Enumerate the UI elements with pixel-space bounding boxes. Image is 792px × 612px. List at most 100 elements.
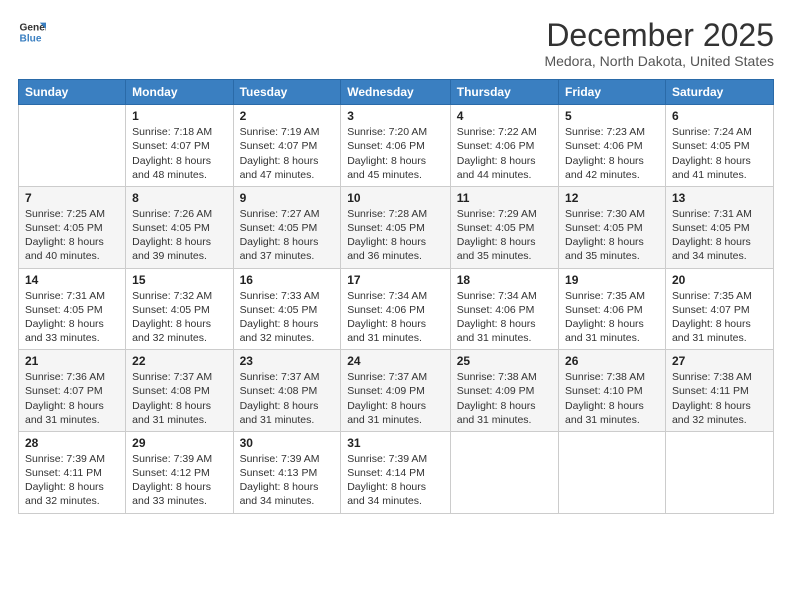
calendar-cell [665,431,773,513]
calendar-cell: 10 Sunrise: 7:28 AMSunset: 4:05 PMDayligh… [341,186,451,268]
calendar-cell [19,105,126,187]
cell-day-number: 21 [25,354,119,368]
cell-day-number: 13 [672,191,767,205]
cell-info: Sunrise: 7:35 AMSunset: 4:07 PMDaylight:… [672,289,767,346]
cell-day-number: 24 [347,354,444,368]
calendar-cell: 12 Sunrise: 7:30 AMSunset: 4:05 PMDayligh… [559,186,666,268]
cell-info: Sunrise: 7:39 AMSunset: 4:11 PMDaylight:… [25,452,119,509]
calendar-day-header: Wednesday [341,80,451,105]
cell-info: Sunrise: 7:27 AMSunset: 4:05 PMDaylight:… [240,207,335,264]
calendar-cell: 30Sunrise: 7:39 AMSunset: 4:13 PMDayligh… [233,431,341,513]
svg-text:Blue: Blue [20,33,42,44]
cell-day-number: 15 [132,273,226,287]
cell-day-number: 8 [132,191,226,205]
main-title: December 2025 [544,18,774,53]
cell-day-number: 30 [240,436,335,450]
cell-day-number: 20 [672,273,767,287]
cell-info: Sunrise: 7:20 AMSunset: 4:06 PMDaylight:… [347,125,444,182]
calendar-header-row: SundayMondayTuesdayWednesdayThursdayFrid… [19,80,774,105]
calendar-day-header: Tuesday [233,80,341,105]
calendar-cell: 8 Sunrise: 7:26 AMSunset: 4:05 PMDaylight… [126,186,233,268]
cell-day-number: 16 [240,273,335,287]
cell-info: Sunrise: 7:37 AMSunset: 4:08 PMDaylight:… [132,370,226,427]
calendar-day-header: Saturday [665,80,773,105]
calendar-cell: 3 Sunrise: 7:20 AMSunset: 4:06 PMDaylight… [341,105,451,187]
cell-info: Sunrise: 7:19 AMSunset: 4:07 PMDaylight:… [240,125,335,182]
cell-day-number: 2 [240,109,335,123]
cell-day-number: 3 [347,109,444,123]
calendar-cell: 17 Sunrise: 7:34 AMSunset: 4:06 PMDayligh… [341,268,451,350]
calendar-week-row: 21 Sunrise: 7:36 AMSunset: 4:07 PMDayligh… [19,350,774,432]
calendar-cell: 9Sunrise: 7:27 AMSunset: 4:05 PMDaylight… [233,186,341,268]
cell-info: Sunrise: 7:22 AMSunset: 4:06 PMDaylight:… [457,125,552,182]
cell-day-number: 26 [565,354,659,368]
calendar-cell: 11 Sunrise: 7:29 AMSunset: 4:05 PMDayligh… [450,186,558,268]
calendar-cell: 18 Sunrise: 7:34 AMSunset: 4:06 PMDayligh… [450,268,558,350]
calendar-table: SundayMondayTuesdayWednesdayThursdayFrid… [18,79,774,513]
cell-info: Sunrise: 7:36 AMSunset: 4:07 PMDaylight:… [25,370,119,427]
cell-info: Sunrise: 7:38 AMSunset: 4:09 PMDaylight:… [457,370,552,427]
cell-info: Sunrise: 7:26 AMSunset: 4:05 PMDaylight:… [132,207,226,264]
cell-day-number: 22 [132,354,226,368]
cell-day-number: 29 [132,436,226,450]
cell-info: Sunrise: 7:33 AMSunset: 4:05 PMDaylight:… [240,289,335,346]
cell-info: Sunrise: 7:39 AMSunset: 4:12 PMDaylight:… [132,452,226,509]
calendar-cell: 7Sunrise: 7:25 AMSunset: 4:05 PMDaylight… [19,186,126,268]
calendar-cell: 29 Sunrise: 7:39 AMSunset: 4:12 PMDayligh… [126,431,233,513]
calendar-cell: 6 Sunrise: 7:24 AMSunset: 4:05 PMDaylight… [665,105,773,187]
calendar-cell: 14 Sunrise: 7:31 AMSunset: 4:05 PMDayligh… [19,268,126,350]
logo-icon: General Blue [18,18,46,46]
calendar-cell: 28Sunrise: 7:39 AMSunset: 4:11 PMDayligh… [19,431,126,513]
calendar-cell: 19Sunrise: 7:35 AMSunset: 4:06 PMDayligh… [559,268,666,350]
cell-info: Sunrise: 7:31 AMSunset: 4:05 PMDaylight:… [25,289,119,346]
calendar-week-row: 7Sunrise: 7:25 AMSunset: 4:05 PMDaylight… [19,186,774,268]
cell-info: Sunrise: 7:32 AMSunset: 4:05 PMDaylight:… [132,289,226,346]
cell-day-number: 17 [347,273,444,287]
cell-day-number: 18 [457,273,552,287]
cell-day-number: 7 [25,191,119,205]
cell-info: Sunrise: 7:34 AMSunset: 4:06 PMDaylight:… [347,289,444,346]
calendar-cell: 5 Sunrise: 7:23 AMSunset: 4:06 PMDaylight… [559,105,666,187]
calendar-cell: 1Sunrise: 7:18 AMSunset: 4:07 PMDaylight… [126,105,233,187]
cell-info: Sunrise: 7:23 AMSunset: 4:06 PMDaylight:… [565,125,659,182]
cell-day-number: 5 [565,109,659,123]
calendar-cell: 4 Sunrise: 7:22 AMSunset: 4:06 PMDaylight… [450,105,558,187]
calendar-cell: 20 Sunrise: 7:35 AMSunset: 4:07 PMDayligh… [665,268,773,350]
calendar-cell: 16 Sunrise: 7:33 AMSunset: 4:05 PMDayligh… [233,268,341,350]
cell-day-number: 25 [457,354,552,368]
cell-day-number: 10 [347,191,444,205]
calendar-day-header: Monday [126,80,233,105]
title-block: December 2025 Medora, North Dakota, Unit… [544,18,774,69]
cell-day-number: 6 [672,109,767,123]
calendar-cell: 13 Sunrise: 7:31 AMSunset: 4:05 PMDayligh… [665,186,773,268]
cell-info: Sunrise: 7:35 AMSunset: 4:06 PMDaylight:… [565,289,659,346]
cell-info: Sunrise: 7:34 AMSunset: 4:06 PMDaylight:… [457,289,552,346]
calendar-cell: 23 Sunrise: 7:37 AMSunset: 4:08 PMDayligh… [233,350,341,432]
calendar-day-header: Thursday [450,80,558,105]
subtitle: Medora, North Dakota, United States [544,53,774,69]
cell-info: Sunrise: 7:24 AMSunset: 4:05 PMDaylight:… [672,125,767,182]
cell-info: Sunrise: 7:37 AMSunset: 4:08 PMDaylight:… [240,370,335,427]
cell-info: Sunrise: 7:39 AMSunset: 4:14 PMDaylight:… [347,452,444,509]
cell-day-number: 11 [457,191,552,205]
cell-info: Sunrise: 7:38 AMSunset: 4:11 PMDaylight:… [672,370,767,427]
calendar-cell: 26Sunrise: 7:38 AMSunset: 4:10 PMDayligh… [559,350,666,432]
calendar-cell: 2 Sunrise: 7:19 AMSunset: 4:07 PMDaylight… [233,105,341,187]
calendar-cell: 21 Sunrise: 7:36 AMSunset: 4:07 PMDayligh… [19,350,126,432]
cell-day-number: 4 [457,109,552,123]
calendar-day-header: Sunday [19,80,126,105]
page: General Blue December 2025 Medora, North… [0,0,792,612]
calendar-day-header: Friday [559,80,666,105]
cell-day-number: 12 [565,191,659,205]
calendar-cell: 15 Sunrise: 7:32 AMSunset: 4:05 PMDayligh… [126,268,233,350]
cell-day-number: 27 [672,354,767,368]
cell-info: Sunrise: 7:29 AMSunset: 4:05 PMDaylight:… [457,207,552,264]
calendar-cell: 31Sunrise: 7:39 AMSunset: 4:14 PMDayligh… [341,431,451,513]
cell-info: Sunrise: 7:30 AMSunset: 4:05 PMDaylight:… [565,207,659,264]
calendar-cell: 24Sunrise: 7:37 AMSunset: 4:09 PMDayligh… [341,350,451,432]
cell-day-number: 23 [240,354,335,368]
cell-info: Sunrise: 7:31 AMSunset: 4:05 PMDaylight:… [672,207,767,264]
cell-info: Sunrise: 7:28 AMSunset: 4:05 PMDaylight:… [347,207,444,264]
cell-day-number: 14 [25,273,119,287]
cell-info: Sunrise: 7:18 AMSunset: 4:07 PMDaylight:… [132,125,226,182]
